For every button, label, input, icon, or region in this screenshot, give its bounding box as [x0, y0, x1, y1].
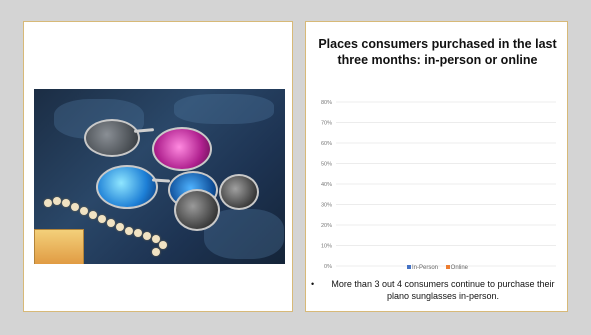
bullet-text: More than 3 out 4 consumers continue to …: [331, 279, 555, 301]
right-chart-panel: Places consumers purchased in the last t…: [305, 21, 568, 312]
legend-label-online: Online: [450, 265, 469, 271]
bar-chart: 0%10%20%30%40%50%60%70%80% Online and In…: [321, 100, 556, 270]
legend-item-in-person: In-Person: [406, 265, 440, 271]
sunglasses-photo: [34, 89, 285, 264]
legend-swatch-online: [445, 265, 450, 270]
postcard-image: [34, 229, 84, 264]
y-tick-label: 30%: [321, 203, 332, 209]
y-tick-label: 60%: [321, 141, 332, 147]
legend-swatch-in-person: [406, 265, 411, 270]
left-image-panel: [23, 21, 293, 312]
y-tick-label: 40%: [321, 182, 332, 188]
y-tick-label: 10%: [321, 244, 332, 250]
bullet-point: • More than 3 out 4 consumers continue t…: [311, 278, 563, 302]
bullet-dot-icon: •: [311, 279, 315, 289]
legend-label-in-person: In-Person: [411, 265, 438, 271]
chart-title: Places consumers purchased in the last t…: [318, 37, 557, 67]
y-tick-label: 50%: [321, 162, 332, 168]
y-tick-label: 20%: [321, 223, 332, 229]
legend-item-online: Online: [445, 265, 469, 271]
chart-legend: In-Person Online: [306, 265, 569, 271]
y-tick-label: 70%: [321, 121, 332, 127]
y-tick-label: 80%: [321, 100, 332, 106]
